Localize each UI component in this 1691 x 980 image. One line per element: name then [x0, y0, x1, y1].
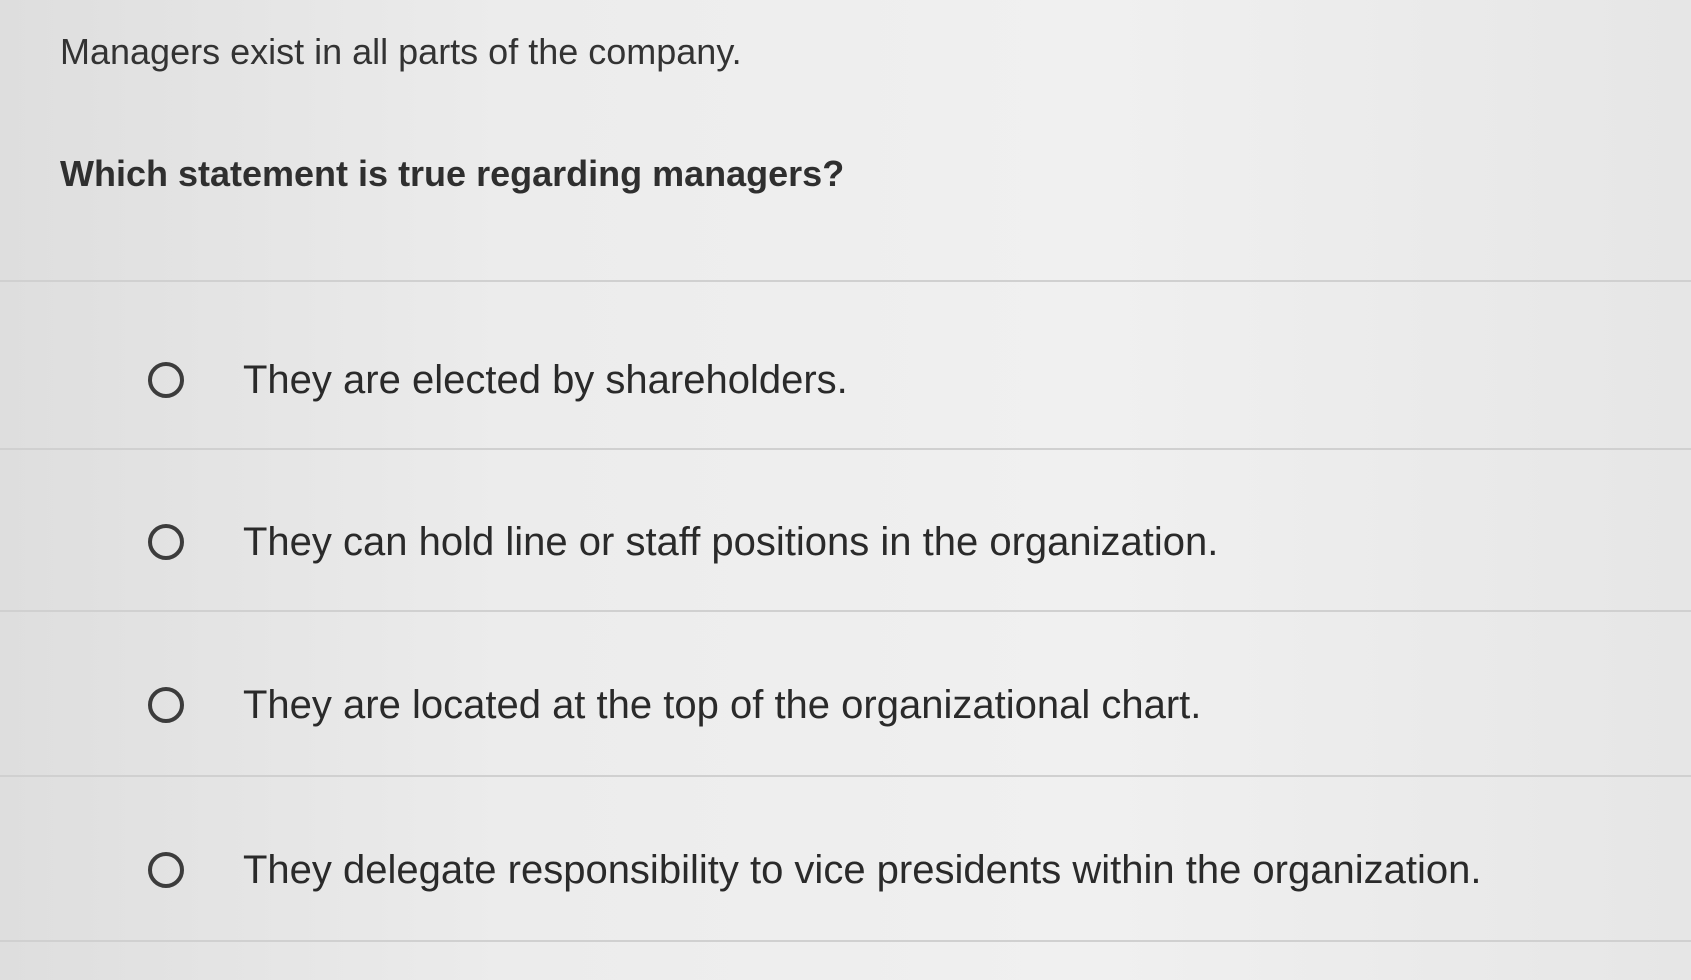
question-text: Which statement is true regarding manage…: [60, 153, 845, 194]
option-divider: [0, 448, 1691, 450]
answer-option-label: They delegate responsibility to vice pre…: [243, 848, 1482, 892]
option-divider: [0, 280, 1691, 282]
answer-option-2[interactable]: They can hold line or staff positions in…: [0, 462, 1691, 622]
answer-option-4[interactable]: They delegate responsibility to vice pre…: [0, 790, 1691, 950]
option-divider: [0, 775, 1691, 777]
radio-button-icon[interactable]: [148, 362, 184, 398]
answer-option-1[interactable]: They are elected by shareholders.: [0, 300, 1691, 460]
answer-option-3[interactable]: They are located at the top of the organ…: [0, 625, 1691, 785]
answer-option-label: They are located at the top of the organ…: [243, 683, 1202, 727]
radio-button-icon[interactable]: [148, 524, 184, 560]
radio-button-icon[interactable]: [148, 852, 184, 888]
radio-button-icon[interactable]: [148, 687, 184, 723]
answer-option-label: They are elected by shareholders.: [243, 358, 848, 402]
option-divider: [0, 610, 1691, 612]
option-divider: [0, 940, 1691, 942]
question-screen: Managers exist in all parts of the compa…: [0, 0, 1691, 980]
question-prompt: Managers exist in all parts of the compa…: [60, 31, 742, 72]
answer-option-label: They can hold line or staff positions in…: [243, 520, 1219, 564]
